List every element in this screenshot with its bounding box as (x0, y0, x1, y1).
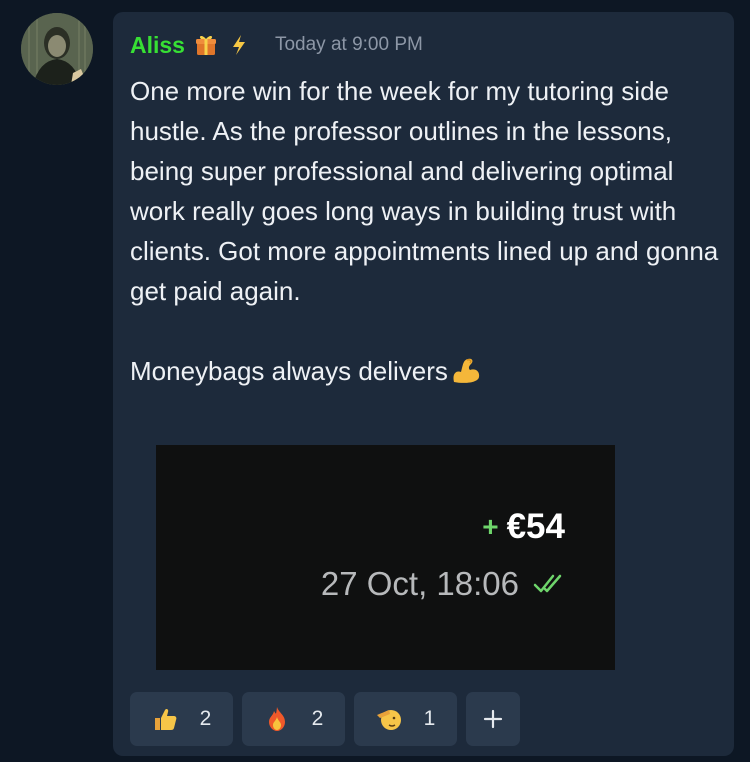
reaction-count: 2 (199, 707, 212, 730)
gift-icon (195, 35, 216, 55)
message-paragraph-text: Moneybags always delivers (130, 356, 448, 386)
saluting-face-emoji (376, 710, 401, 730)
payment-date-text: 27 Oct, 18:06 (320, 565, 519, 602)
flexed-biceps-emoji (453, 358, 480, 383)
message-paragraph: One more win for the week for my tutorin… (130, 76, 719, 306)
reaction-thumbs-up[interactable]: 2 (130, 692, 233, 746)
reaction-fire[interactable]: 2 (242, 692, 345, 746)
message-paragraph: Moneybags always delivers (130, 351, 725, 391)
reaction-count: 1 (423, 707, 436, 730)
amount-sign: + (482, 511, 499, 542)
payment-date: 27 Oct, 18:06 (321, 565, 565, 603)
avatar[interactable] (21, 13, 93, 85)
amount-value: €54 (506, 507, 565, 546)
plus-icon (483, 709, 503, 729)
reaction-count: 2 (311, 707, 324, 730)
author-name[interactable]: Aliss (130, 32, 185, 59)
message-body: One more win for the week for my tutorin… (130, 71, 725, 391)
avatar-image (21, 13, 93, 85)
message-header: Aliss Today at 9:00 PM (130, 30, 423, 60)
payment-amount: + €54 (482, 507, 565, 547)
lightning-bolt-icon (232, 35, 245, 55)
payment-screenshot[interactable]: + €54 27 Oct, 18:06 (156, 445, 615, 670)
thumbs-up-emoji (154, 708, 177, 730)
timestamp: Today at 9:00 PM (274, 34, 423, 55)
reactions-bar: 2 2 1 (130, 692, 520, 746)
message-card: Aliss Today at 9:00 PM One more win for … (113, 12, 734, 756)
double-check-icon (533, 574, 562, 593)
fire-emoji (268, 707, 285, 731)
reaction-saluting-face[interactable]: 1 (354, 692, 457, 746)
add-reaction-button[interactable] (466, 692, 520, 746)
